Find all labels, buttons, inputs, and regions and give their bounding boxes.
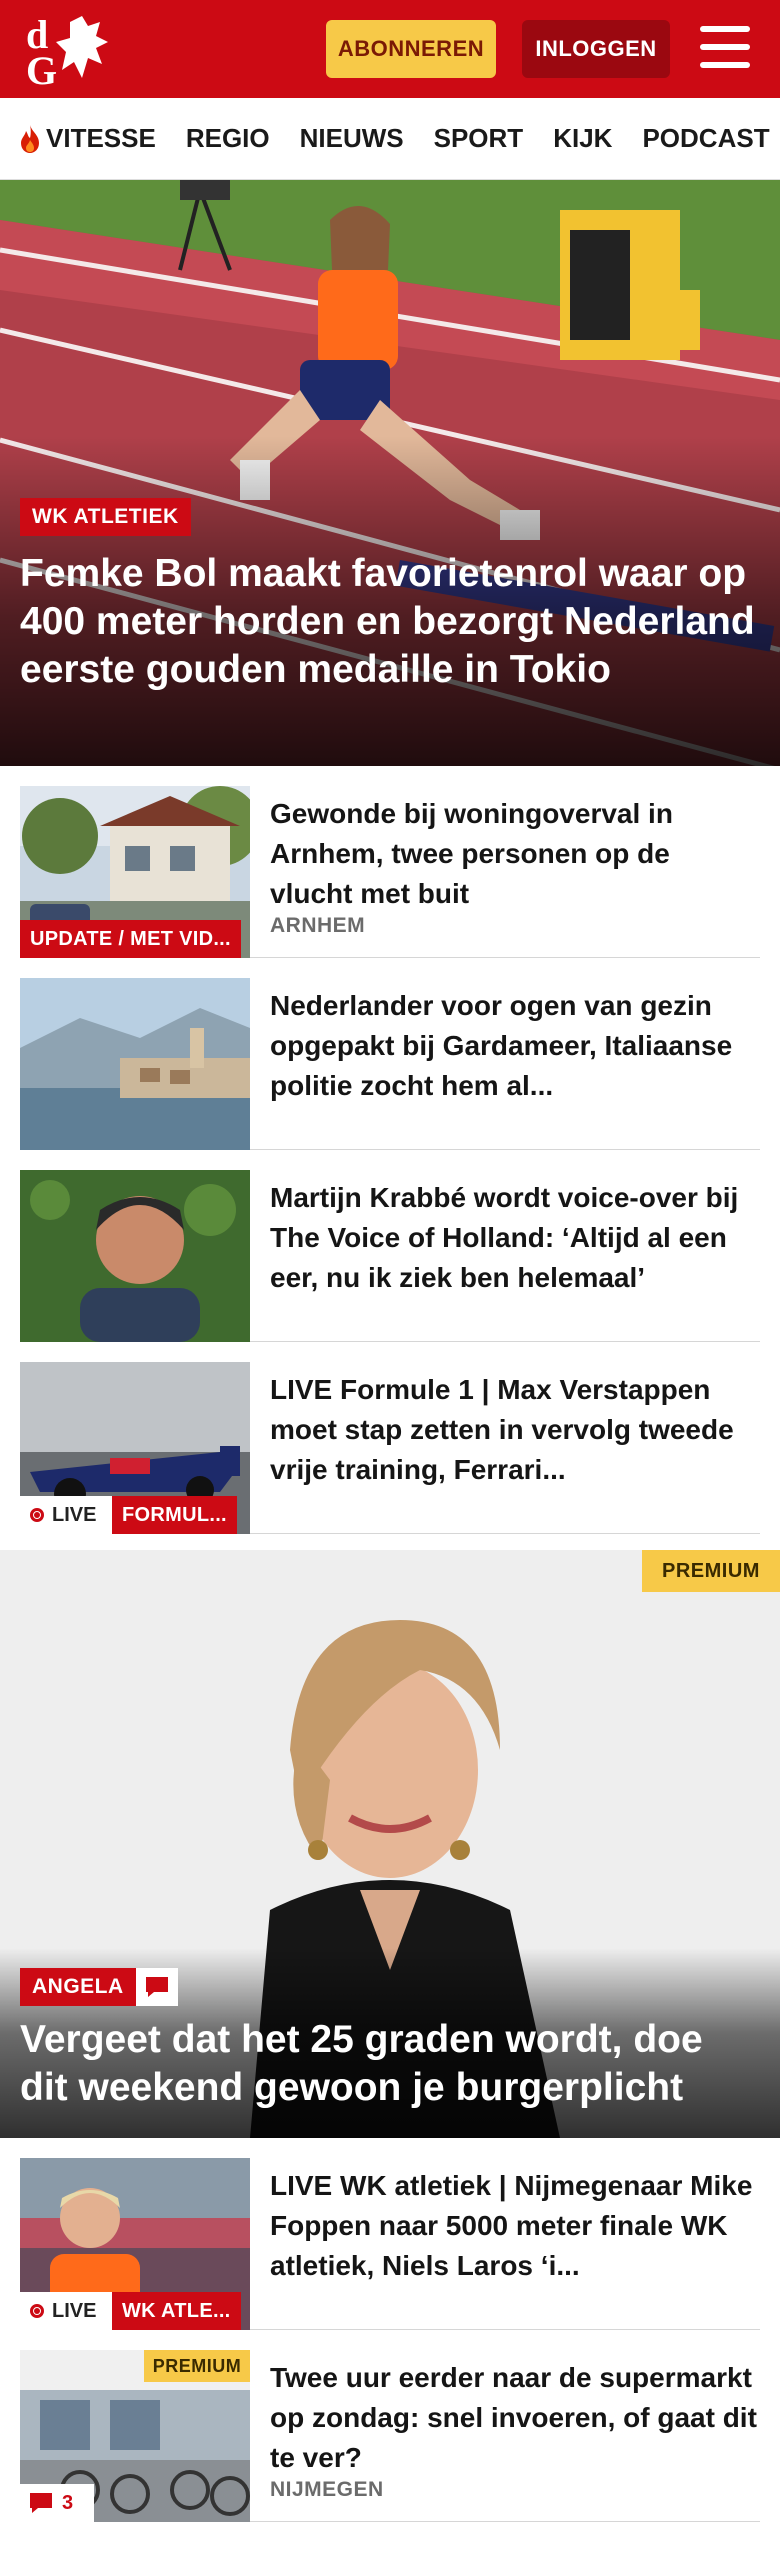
hero-category-tag[interactable]: WK ATLETIEK xyxy=(20,498,191,536)
subscribe-button[interactable]: ABONNEREN xyxy=(326,20,496,78)
feature-title[interactable]: Vergeet dat het 25 graden wordt, doe dit… xyxy=(20,2016,760,2112)
live-badge: LIVE xyxy=(20,2292,112,2330)
nav-item-nieuws[interactable]: NIEUWS xyxy=(300,123,404,154)
menu-icon[interactable] xyxy=(700,26,750,70)
article-thumbnail[interactable] xyxy=(20,1170,250,1342)
thumbnail-image xyxy=(20,1170,250,1342)
feature-tags: ANGELA xyxy=(20,1968,178,2006)
article-title[interactable]: LIVE Formule 1 | Max Verstappen moet sta… xyxy=(270,1370,760,1490)
list-item[interactable]: LIVE WK ATLE... LIVE WK atletiek | Nijme… xyxy=(20,2158,760,2330)
live-label: LIVE xyxy=(52,2299,97,2322)
nav-item-kijk[interactable]: KIJK xyxy=(553,123,612,154)
comment-count-badge[interactable]: 3 xyxy=(20,2484,94,2522)
article-title[interactable]: Twee uur eerder naar de supermarkt op zo… xyxy=(270,2358,760,2478)
article-title[interactable]: Nederlander voor ogen van gezin opgepakt… xyxy=(270,986,760,1106)
hero-title[interactable]: Femke Bol maakt favorietenrol waar op 40… xyxy=(20,550,760,694)
feature-article[interactable]: PREMIUM ANGELA Vergeet dat het 25 graden… xyxy=(0,1550,780,2138)
live-badge: LIVE xyxy=(20,1496,112,1534)
hero-article[interactable]: WK ATLETIEK Femke Bol maakt favorietenro… xyxy=(0,180,780,766)
article-thumbnail[interactable]: LIVE WK ATLE... xyxy=(20,2158,250,2330)
article-region: NIJMEGEN xyxy=(270,2478,384,2501)
article-title[interactable]: LIVE WK atletiek | Nijmegenaar Mike Fopp… xyxy=(270,2166,760,2286)
list-item[interactable]: Martijn Krabbé wordt voice-over bij The … xyxy=(20,1170,760,1342)
article-region: ARNHEM xyxy=(270,914,366,937)
site-logo[interactable]: d G xyxy=(22,12,118,93)
logo-icon: d G xyxy=(26,12,108,93)
live-icon xyxy=(30,1508,44,1522)
list-item[interactable]: Nederlander voor ogen van gezin opgepakt… xyxy=(20,978,760,1150)
thumbnail-tag: FORMUL... xyxy=(112,1496,237,1534)
live-label: LIVE xyxy=(52,1503,97,1526)
article-thumbnail[interactable]: LIVE FORMUL... xyxy=(20,1362,250,1534)
article-thumbnail[interactable] xyxy=(20,978,250,1150)
nav-item-sport[interactable]: SPORT xyxy=(434,123,524,154)
article-thumbnail[interactable]: UPDATE / MET VID... xyxy=(20,786,250,958)
thumbnail-tag: UPDATE / MET VID... xyxy=(20,920,241,958)
nav-item-podcast[interactable]: PODCAST xyxy=(642,123,769,154)
top-bar: d G ABONNEREN INLOGGEN xyxy=(0,0,780,98)
list-item[interactable]: LIVE FORMUL... LIVE Formule 1 | Max Vers… xyxy=(20,1362,760,1534)
article-title[interactable]: Gewonde bij woningoverval in Arnhem, twe… xyxy=(270,794,760,914)
thumbnail-tag: WK ATLE... xyxy=(112,2292,241,2330)
nav-item-regio[interactable]: REGIO xyxy=(186,123,270,154)
comment-count: 3 xyxy=(62,2491,74,2514)
live-icon xyxy=(30,2304,44,2318)
flame-icon xyxy=(21,124,39,153)
comment-icon[interactable] xyxy=(135,1968,178,2006)
premium-badge: PREMIUM xyxy=(144,2350,250,2382)
comment-icon xyxy=(30,2493,52,2513)
article-title[interactable]: Martijn Krabbé wordt voice-over bij The … xyxy=(270,1178,760,1298)
premium-badge: PREMIUM xyxy=(642,1550,780,1592)
svg-text:G: G xyxy=(26,48,57,88)
thumbnail-image xyxy=(20,978,250,1150)
nav-item-vitesse[interactable]: VITESSE xyxy=(18,123,156,154)
list-item[interactable]: PREMIUM 3 Twee uur eerder naar de superm… xyxy=(20,2350,760,2522)
feature-category-tag[interactable]: ANGELA xyxy=(20,1968,136,2006)
article-thumbnail[interactable]: PREMIUM 3 xyxy=(20,2350,250,2522)
login-button[interactable]: INLOGGEN xyxy=(522,20,670,78)
nav-item-label: VITESSE xyxy=(46,123,156,153)
list-item[interactable]: UPDATE / MET VID... Gewonde bij woningov… xyxy=(20,786,760,958)
section-nav: VITESSE REGIO NIEUWS SPORT KIJK PODCAST xyxy=(0,98,780,180)
